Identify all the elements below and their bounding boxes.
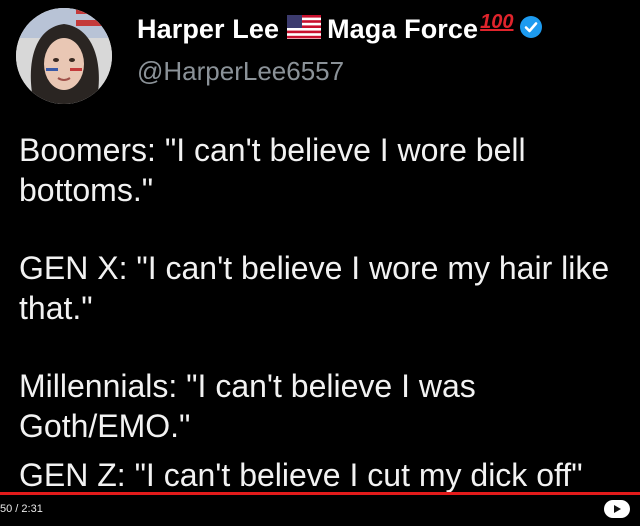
play-icon[interactable] <box>604 500 630 518</box>
author-name-row[interactable]: Harper Lee Maga Force 100 <box>137 11 543 45</box>
author-name-suffix[interactable]: Maga Force <box>327 14 478 45</box>
tweet-paragraph: GEN Z: "I can't believe I cut my dick of… <box>19 457 583 493</box>
author-name[interactable]: Harper Lee <box>137 14 279 45</box>
us-flag-icon <box>287 15 322 44</box>
tweet-paragraph: GEN X: "I can't believe I wore my hair l… <box>19 250 610 326</box>
video-progress-bar[interactable] <box>0 492 640 495</box>
tweet-body: Boomers: "I can't believe I wore bell bo… <box>19 130 634 493</box>
author-handle[interactable]: @HarperLee6557 <box>137 56 344 87</box>
avatar[interactable] <box>16 8 112 104</box>
video-time: 50 / 2:31 <box>0 503 43 515</box>
verified-badge-icon <box>519 15 543 44</box>
tweet-paragraph: Millennials: "I can't believe I was Goth… <box>19 368 476 444</box>
hundred-points-icon: 100 <box>480 11 514 33</box>
tweet-paragraph: Boomers: "I can't believe I wore bell bo… <box>19 132 526 208</box>
